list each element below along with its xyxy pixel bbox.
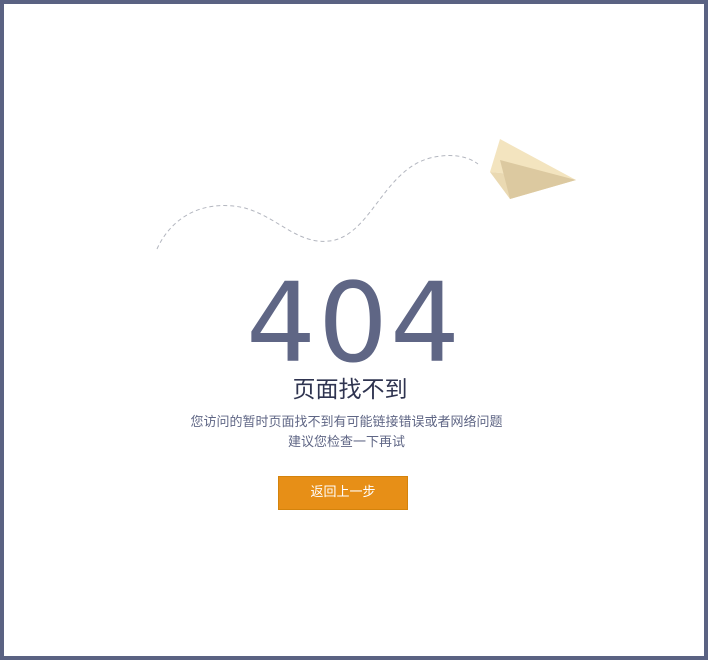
error-code: 404 — [246, 259, 462, 387]
flight-path-dashed-line — [156, 155, 479, 250]
page-title: 页面找不到 — [292, 377, 408, 403]
back-button[interactable]: 返回上一步 — [278, 476, 408, 510]
description-line-2: 建议您检查一下再试 — [287, 435, 405, 450]
paper-plane-icon — [490, 139, 576, 199]
description-line-1: 您访问的暂时页面找不到有可能链接错误或者网络问题 — [190, 415, 503, 430]
error-description: 您访问的暂时页面找不到有可能链接错误或者网络问题 建议您检查一下再试 — [0, 413, 693, 453]
